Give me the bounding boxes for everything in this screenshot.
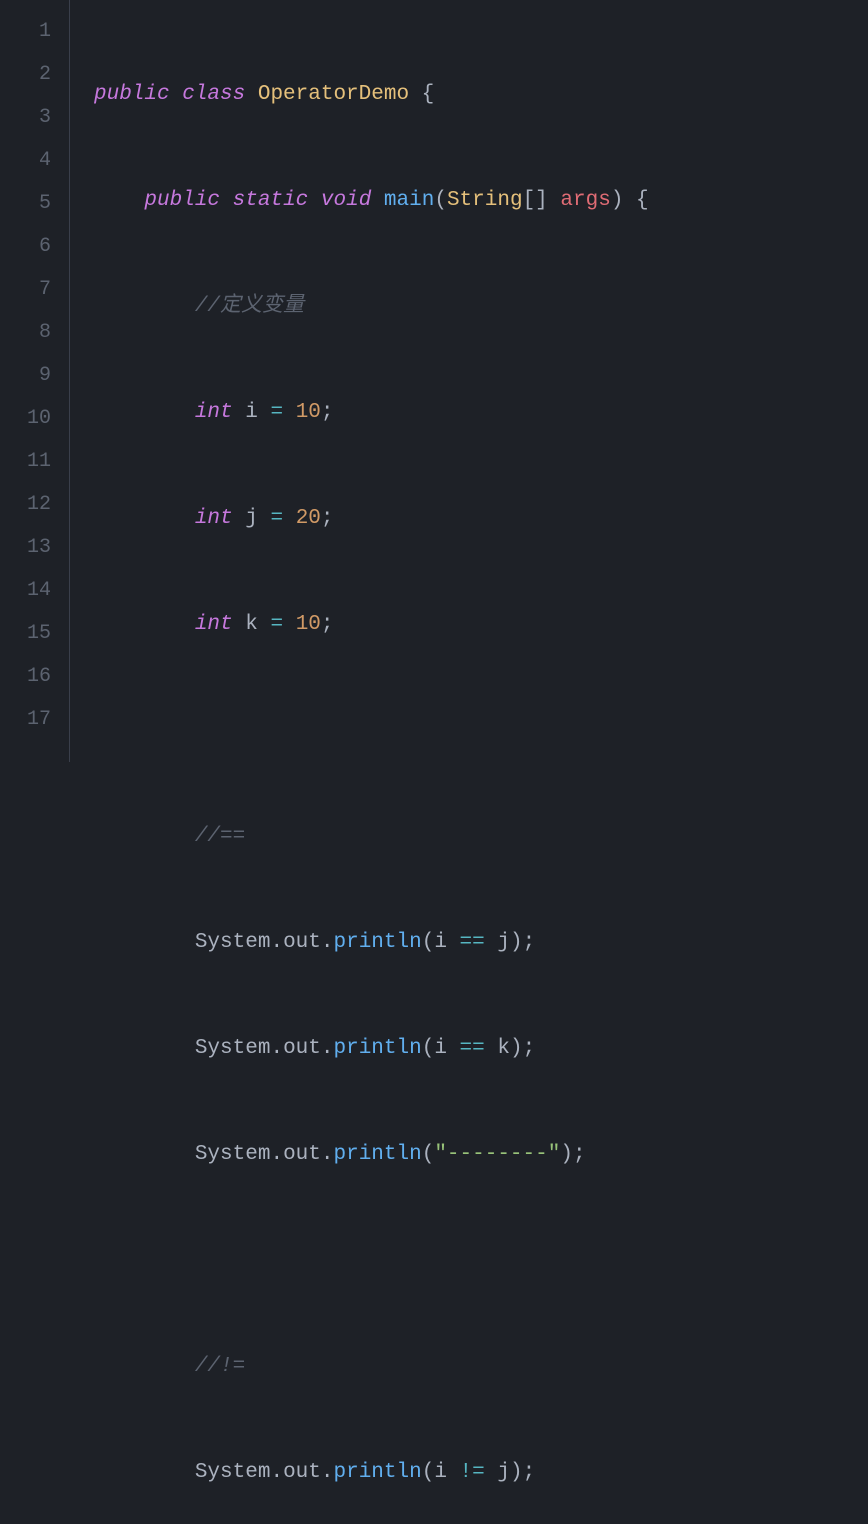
- line-number: 2: [10, 53, 51, 96]
- line-number: 8: [10, 311, 51, 354]
- code-line[interactable]: public class OperatorDemo {: [94, 73, 868, 116]
- operator-neq: !=: [460, 1461, 485, 1484]
- number: 10: [296, 401, 321, 424]
- line-number: 10: [10, 397, 51, 440]
- line-number: 12: [10, 483, 51, 526]
- line-number: 3: [10, 96, 51, 139]
- keyword-void: void: [321, 189, 371, 212]
- class-system: System: [195, 1143, 271, 1166]
- line-number: 11: [10, 440, 51, 483]
- string-literal: "--------": [434, 1143, 560, 1166]
- number: 10: [296, 613, 321, 636]
- comment: //!=: [195, 1355, 245, 1378]
- var-k: k: [245, 613, 258, 636]
- code-line[interactable]: int i = 10;: [94, 391, 868, 434]
- method-println: println: [333, 1461, 421, 1484]
- method-println: println: [333, 931, 421, 954]
- comment: //定义变量: [195, 295, 304, 318]
- class-name: OperatorDemo: [258, 83, 409, 106]
- code-line[interactable]: //==: [94, 815, 868, 858]
- var-i: i: [245, 401, 258, 424]
- field-out: out: [283, 931, 321, 954]
- class-system: System: [195, 1037, 271, 1060]
- line-number-gutter: 1 2 3 4 5 6 7 8 9 10 11 12 13 14 15 16 1…: [0, 0, 70, 762]
- method-println: println: [333, 1037, 421, 1060]
- line-number: 14: [10, 569, 51, 612]
- code-line[interactable]: System.out.println(i == k);: [94, 1027, 868, 1070]
- line-number: 17: [10, 698, 51, 741]
- line-number: 13: [10, 526, 51, 569]
- line-number: 16: [10, 655, 51, 698]
- code-line[interactable]: System.out.println(i == j);: [94, 921, 868, 964]
- type-int: int: [195, 613, 233, 636]
- code-line[interactable]: //定义变量: [94, 285, 868, 328]
- param-args: args: [560, 189, 610, 212]
- line-number: 9: [10, 354, 51, 397]
- operator-assign: =: [270, 507, 283, 530]
- brace: {: [409, 83, 434, 106]
- keyword-class: class: [170, 83, 258, 106]
- operator-assign: =: [270, 613, 283, 636]
- code-line[interactable]: public static void main(String[] args) {: [94, 179, 868, 222]
- line-number: 6: [10, 225, 51, 268]
- type-int: int: [195, 507, 233, 530]
- class-system: System: [195, 1461, 271, 1484]
- line-number: 7: [10, 268, 51, 311]
- type-int: int: [195, 401, 233, 424]
- code-line[interactable]: int k = 10;: [94, 603, 868, 646]
- class-system: System: [195, 931, 271, 954]
- field-out: out: [283, 1037, 321, 1060]
- var-j: j: [245, 507, 258, 530]
- field-out: out: [283, 1143, 321, 1166]
- line-number: 5: [10, 182, 51, 225]
- keyword-public: public: [144, 189, 220, 212]
- keyword-public: public: [94, 83, 170, 106]
- type-string: String: [447, 189, 523, 212]
- code-line[interactable]: int j = 20;: [94, 497, 868, 540]
- operator-assign: =: [270, 401, 283, 424]
- code-area[interactable]: public class OperatorDemo { public stati…: [70, 0, 868, 762]
- code-line[interactable]: [94, 1239, 868, 1282]
- method-main: main: [384, 189, 434, 212]
- code-line[interactable]: //!=: [94, 1345, 868, 1388]
- operator-eq: ==: [460, 931, 485, 954]
- code-line[interactable]: System.out.println("--------");: [94, 1133, 868, 1176]
- line-number: 4: [10, 139, 51, 182]
- method-println: println: [333, 1143, 421, 1166]
- comment: //==: [195, 825, 245, 848]
- code-editor[interactable]: 1 2 3 4 5 6 7 8 9 10 11 12 13 14 15 16 1…: [0, 0, 868, 762]
- line-number: 15: [10, 612, 51, 655]
- field-out: out: [283, 1461, 321, 1484]
- number: 20: [296, 507, 321, 530]
- operator-eq: ==: [460, 1037, 485, 1060]
- code-line[interactable]: [94, 709, 868, 752]
- keyword-static: static: [233, 189, 309, 212]
- line-number: 1: [10, 10, 51, 53]
- code-line[interactable]: System.out.println(i != j);: [94, 1451, 868, 1494]
